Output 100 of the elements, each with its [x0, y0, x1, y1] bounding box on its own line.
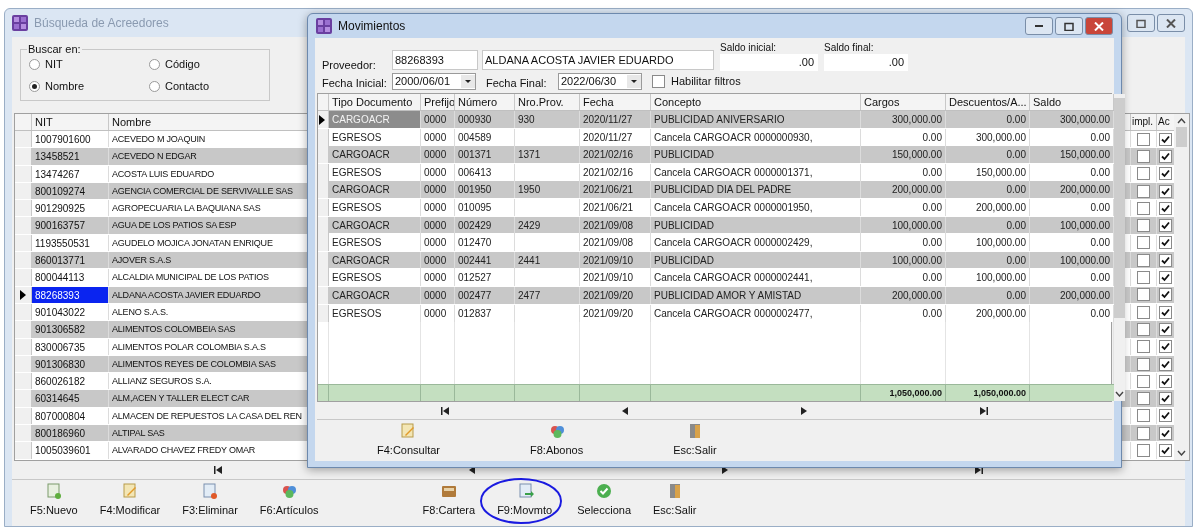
row-checkbox[interactable]: [1159, 236, 1172, 250]
row-checkbox[interactable]: [1137, 149, 1150, 163]
row-checkbox[interactable]: [1137, 409, 1150, 423]
row-checkbox[interactable]: [1159, 271, 1172, 284]
row-checkbox[interactable]: [1159, 305, 1172, 319]
filter-checkbox[interactable]: [652, 74, 665, 88]
row-checkbox[interactable]: [1137, 184, 1150, 198]
row-checkbox[interactable]: [1159, 149, 1172, 163]
row-checkbox[interactable]: [1137, 322, 1150, 336]
supplier-name-field[interactable]: ALDANA ACOSTA JAVIER EDUARDO: [482, 50, 714, 70]
row-checkbox[interactable]: [1159, 219, 1172, 233]
row-checkbox[interactable]: [1137, 374, 1150, 388]
scrollbar-thumb[interactable]: [1114, 97, 1125, 318]
column-header[interactable]: Descuentos/A...: [946, 94, 1030, 110]
scroll-down-icon[interactable]: [1115, 391, 1124, 397]
row-marker[interactable]: [318, 304, 329, 322]
row-checkbox[interactable]: [1137, 426, 1150, 440]
table-row[interactable]: CARGOACR 0000 001950 1950 2021/06/21 PUBLICIDAD DIA DEL PADRE 200,000.00 0.00 200,000.00: [318, 181, 1114, 199]
toolbar-button[interactable]: F5:Nuevo: [22, 482, 86, 519]
column-header[interactable]: Fecha: [580, 94, 651, 110]
toolbar-button[interactable]: F8:Abonos: [520, 422, 594, 459]
row-checkbox[interactable]: [1159, 340, 1172, 354]
row-marker[interactable]: [15, 442, 32, 459]
column-header[interactable]: impl.: [1131, 114, 1157, 130]
row-checkbox[interactable]: [1159, 322, 1172, 336]
row-checkbox[interactable]: [1159, 253, 1172, 267]
toolbar-button[interactable]: F6:Artículos: [251, 482, 327, 519]
radio-button[interactable]: [149, 81, 160, 92]
radio-button[interactable]: [29, 81, 40, 92]
row-checkbox[interactable]: [1159, 184, 1172, 198]
date-field[interactable]: 2022/06/30: [558, 72, 642, 90]
table-row[interactable]: EGRESOS 0000 012527 2021/09/10 Cancela CARGOACR 0000002441, 0.00 100,000.00 0.00: [318, 269, 1114, 287]
scroll-down-icon[interactable]: [1177, 450, 1186, 456]
supplier-id-field[interactable]: 88268393: [392, 50, 478, 70]
row-checkbox[interactable]: [1137, 253, 1150, 267]
minimize-button[interactable]: [1025, 17, 1053, 35]
row-marker[interactable]: [15, 148, 32, 165]
row-checkbox[interactable]: [1159, 392, 1172, 406]
row-marker[interactable]: [318, 163, 329, 181]
row-checkbox[interactable]: [1137, 305, 1150, 319]
toolbar-button[interactable]: F4:Modificar: [91, 482, 169, 519]
column-header[interactable]: Nro.Prov.: [515, 94, 580, 110]
row-marker[interactable]: [15, 390, 32, 407]
column-header[interactable]: Número: [455, 94, 515, 110]
close-button[interactable]: [1085, 17, 1113, 35]
row-checkbox[interactable]: [1137, 444, 1150, 457]
toolbar-button[interactable]: F4:Consultar: [367, 422, 450, 459]
row-marker[interactable]: [15, 373, 32, 390]
row-marker[interactable]: [318, 146, 329, 164]
row-marker[interactable]: [15, 425, 32, 442]
column-header[interactable]: Concepto: [651, 94, 861, 110]
row-checkbox[interactable]: [1159, 132, 1172, 146]
row-marker[interactable]: [15, 131, 32, 148]
maximize-button[interactable]: [1055, 17, 1083, 35]
row-checkbox[interactable]: [1159, 357, 1172, 371]
toolbar-button[interactable]: F3:Eliminar: [174, 482, 246, 519]
date-field[interactable]: 2000/06/01: [392, 72, 476, 90]
row-checkbox[interactable]: [1159, 167, 1172, 181]
restore-button[interactable]: [1127, 14, 1155, 32]
row-marker[interactable]: [15, 217, 32, 234]
radio-button[interactable]: [149, 59, 160, 70]
row-checkbox[interactable]: [1159, 444, 1172, 457]
column-header[interactable]: Cargos: [861, 94, 946, 110]
row-marker[interactable]: [15, 321, 32, 338]
toolbar-button[interactable]: Esc:Salir: [645, 482, 705, 519]
scrollbar-thumb[interactable]: [1176, 127, 1187, 147]
row-checkbox[interactable]: [1159, 409, 1172, 423]
column-header[interactable]: NIT: [32, 114, 109, 130]
radio-button[interactable]: [29, 59, 40, 70]
row-checkbox[interactable]: [1159, 201, 1172, 215]
table-row[interactable]: CARGOACR 0000 001371 1371 2021/02/16 PUBLICIDAD 150,000.00 0.00 150,000.00: [318, 146, 1114, 164]
scroll-up-icon[interactable]: [1177, 118, 1186, 124]
row-checkbox[interactable]: [1159, 288, 1172, 302]
row-checkbox[interactable]: [1137, 271, 1150, 284]
row-checkbox[interactable]: [1137, 340, 1150, 354]
first-record-icon[interactable]: [212, 464, 225, 476]
toolbar-button[interactable]: Selecciona: [569, 482, 640, 519]
row-checkbox[interactable]: [1137, 357, 1150, 371]
row-marker[interactable]: [318, 128, 329, 146]
toolbar-button[interactable]: F8:Cartera: [414, 482, 484, 519]
row-checkbox[interactable]: [1159, 426, 1172, 440]
row-checkbox[interactable]: [1137, 201, 1150, 215]
row-marker[interactable]: [318, 216, 329, 234]
row-marker[interactable]: [15, 200, 32, 217]
row-checkbox[interactable]: [1159, 374, 1172, 388]
row-checkbox[interactable]: [1137, 219, 1150, 233]
table-row[interactable]: EGRESOS 0000 012470 2021/09/08 Cancela CARGOACR 0000002429, 0.00 100,000.00 0.00: [318, 234, 1114, 252]
column-header[interactable]: Tipo Documento: [329, 94, 421, 110]
vertical-scrollbar[interactable]: [1174, 114, 1189, 460]
row-marker[interactable]: [318, 234, 329, 252]
table-row[interactable]: CARGOACR 0000 000930 930 2020/11/27 PUBLICIDAD ANIVERSARIO 300,000.00 0.00 300,000.00: [318, 111, 1114, 129]
row-marker[interactable]: [318, 181, 329, 199]
row-marker[interactable]: [318, 111, 329, 128]
row-checkbox[interactable]: [1137, 392, 1150, 406]
row-marker[interactable]: [15, 269, 32, 286]
row-marker[interactable]: [318, 251, 329, 269]
row-marker[interactable]: [318, 269, 329, 287]
vertical-scrollbar[interactable]: [1114, 94, 1125, 401]
column-header[interactable]: Ac: [1157, 114, 1174, 130]
column-header[interactable]: Prefijo: [421, 94, 455, 110]
